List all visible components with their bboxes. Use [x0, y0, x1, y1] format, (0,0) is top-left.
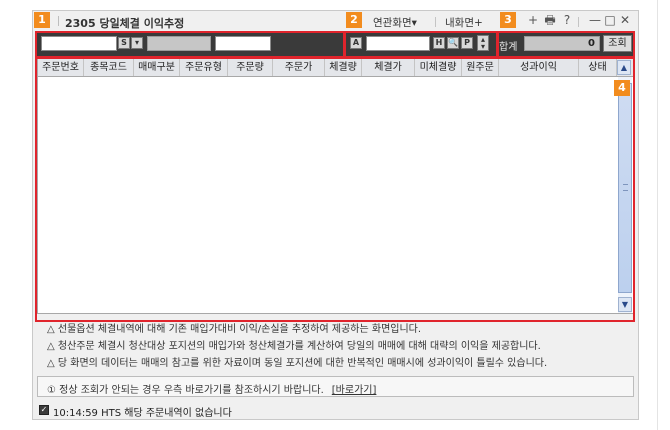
page-divider	[657, 0, 658, 430]
highlight-box-3	[497, 31, 635, 59]
print-icon[interactable]: 🖶	[543, 13, 557, 27]
highlight-box-1	[35, 31, 345, 59]
callout-badge-3: 3	[500, 12, 516, 28]
callout-badge-4: 4	[614, 80, 630, 96]
add-screen-icon[interactable]: +	[526, 13, 540, 27]
my-screen-label: 내화면	[445, 17, 474, 29]
note-line: △ 당 화면의 데이터는 매매의 참고를 위한 자료이며 동일 포지션에 대한 …	[47, 358, 548, 369]
system-separator	[578, 17, 579, 27]
close-icon[interactable]: ✕	[618, 13, 632, 27]
note-line: △ 선물옵션 체결내역에 대해 기존 매입가대비 이익/손실을 추정하여 제공하…	[47, 324, 422, 335]
title-separator	[58, 16, 59, 26]
title-bar: 2305 당일체결 이익추정 연관화면▾ 내화면+ + 🖶 ? — □ ✕	[33, 11, 638, 31]
plus-icon: +	[473, 17, 483, 29]
help-icon[interactable]: ?	[560, 13, 574, 27]
highlight-box-4	[35, 56, 635, 322]
my-screen-menu[interactable]: 내화면+	[445, 15, 483, 30]
info-message: ① 정상 조회가 안되는 경우 우측 바로가기를 참조하시기 바랍니다.	[47, 385, 324, 396]
related-screens-menu[interactable]: 연관화면▾	[373, 15, 417, 30]
info-text: ① 정상 조회가 안되는 경우 우측 바로가기를 참조하시기 바랍니다. [바로가…	[47, 381, 376, 396]
window-title: 2305 당일체결 이익추정	[65, 17, 185, 30]
status-message: 10:14:59 HTS 해당 주문내역이 없습니다	[53, 408, 232, 419]
maximize-icon[interactable]: □	[603, 13, 617, 27]
info-box: ① 정상 조회가 안되는 경우 우측 바로가기를 참조하시기 바랍니다. [바로가…	[37, 376, 634, 397]
highlight-box-2	[344, 31, 498, 59]
related-screens-label: 연관화면	[373, 17, 412, 29]
status-bar: ✓ 10:14:59 HTS 해당 주문내역이 없습니다	[35, 401, 638, 419]
chevron-down-icon: ▾	[411, 17, 417, 29]
note-line: △ 청산주문 체결시 청산대상 포지션의 매입가와 청산체결가를 계산하여 당일…	[47, 341, 541, 352]
callout-badge-1: 1	[34, 12, 50, 28]
shortcut-link[interactable]: [바로가기]	[332, 385, 377, 396]
trade-profit-window: 2305 당일체결 이익추정 연관화면▾ 내화면+ + 🖶 ? — □ ✕ S …	[32, 10, 639, 420]
minimize-icon[interactable]: —	[588, 13, 602, 27]
status-checkbox[interactable]: ✓	[39, 405, 49, 415]
menu-separator	[435, 17, 436, 27]
callout-badge-2: 2	[346, 12, 362, 28]
